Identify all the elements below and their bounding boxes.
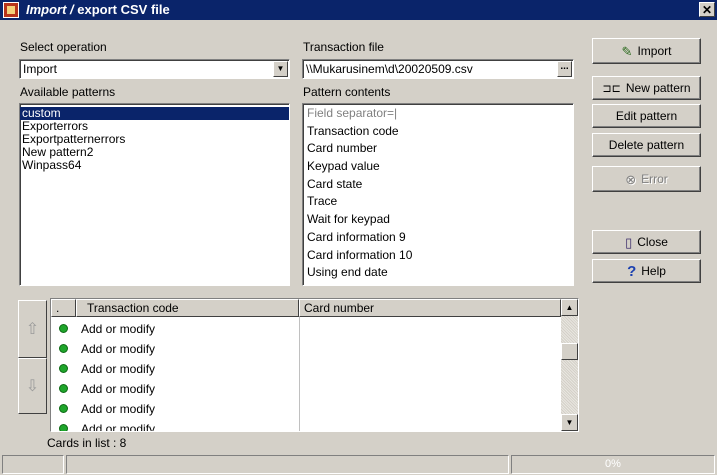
transactions-grid[interactable]: . Transaction code Card number Add or mo… [50,298,579,432]
transaction-file-field[interactable]: \\Mukarusinem\d\20020509.csv ... [302,59,574,79]
grid-header-card-number[interactable]: Card number [299,299,561,317]
arrow-down-icon: ⇩ [25,378,40,395]
scroll-thumb[interactable] [561,343,578,360]
grid-scrollbar[interactable]: ▲ ▼ [561,299,578,431]
door-icon: ▯ [625,234,633,250]
cards-in-list-count: Cards in list : 8 [47,436,127,450]
import-icon: ✎ [621,43,633,59]
status-dot-icon [59,404,68,413]
row-transaction-code: Add or modify [81,322,156,336]
help-button[interactable]: ? Help [592,259,701,283]
pattern-content-item[interactable]: Using end date [303,264,573,282]
chevron-down-icon[interactable]: ▼ [273,61,288,77]
close-button-label: Close [637,235,668,249]
row-transaction-code: Add or modify [81,422,156,432]
pattern-content-item[interactable]: Card information 9 [303,229,573,247]
help-icon: ? [627,262,637,280]
new-pattern-button[interactable]: ⊐⊏ New pattern [592,76,701,100]
close-window-button[interactable]: ✕ [699,2,715,17]
pattern-content-item[interactable]: Card information 10 [303,247,573,265]
table-row[interactable]: Add or modify [51,399,561,419]
operation-select[interactable]: Import ▼ [19,59,290,79]
select-operation-label: Select operation [20,40,107,54]
pattern-content-item[interactable]: Wait for keypad [303,211,573,229]
progress-panel: 0% [511,455,715,474]
pattern-content-item[interactable]: Trace [303,193,573,211]
title-bar: Import / export CSV file ✕ [0,0,717,20]
available-patterns-label: Available patterns [20,85,116,99]
status-bar: 0% [0,452,717,475]
status-dot-icon [59,424,68,431]
error-icon: ⊗ [625,171,637,187]
row-transaction-code: Add or modify [81,362,156,376]
window-title-italic: Import / [26,2,74,17]
row-transaction-code: Add or modify [81,342,156,356]
row-transaction-code: Add or modify [81,382,156,396]
status-dot-icon [59,384,68,393]
status-panel-1 [2,455,64,474]
grid-header-transaction-code[interactable]: Transaction code [76,299,299,317]
help-button-label: Help [641,264,666,278]
edit-pattern-button-label: Edit pattern [615,109,678,123]
close-button[interactable]: ▯ Close [592,230,701,254]
pattern-content-item[interactable]: Transaction code [303,123,573,141]
table-row[interactable]: Add or modify [51,319,561,339]
pattern-content-item[interactable]: Field separator=| [303,105,573,123]
scroll-down-arrow-icon[interactable]: ▼ [561,414,578,431]
window-title: Import / export CSV file [26,2,170,17]
status-dot-icon [59,324,68,333]
progress-percent: 0% [605,458,621,470]
pattern-content-item[interactable]: Card number [303,140,573,158]
row-transaction-code: Add or modify [81,402,156,416]
new-pattern-icon: ⊐⊏ [602,82,621,95]
operation-select-value: Import [23,62,58,76]
pattern-contents-label: Pattern contents [303,85,391,99]
status-dot-icon [59,344,68,353]
error-button[interactable]: ⊗ Error [592,166,701,192]
pattern-content-item[interactable]: Keypad value [303,158,573,176]
app-icon [3,2,19,18]
arrow-up-icon: ⇧ [25,321,40,338]
available-patterns-list[interactable]: custom Exporterrors Exportpatternerrors … [19,103,290,286]
status-panel-2 [66,455,509,474]
table-row[interactable]: Add or modify [51,419,561,432]
table-row[interactable]: Add or modify [51,379,561,399]
delete-pattern-button[interactable]: Delete pattern [592,133,701,157]
pattern-item-winpass64[interactable]: Winpass64 [20,159,289,172]
pattern-content-item[interactable]: Card state [303,176,573,194]
edit-pattern-button[interactable]: Edit pattern [592,104,701,128]
transaction-file-label: Transaction file [303,40,384,54]
grid-header-marker[interactable]: . [51,299,76,317]
pattern-contents-list[interactable]: Field separator=| Transaction code Card … [302,103,574,286]
table-row[interactable]: Add or modify [51,359,561,379]
new-pattern-button-label: New pattern [625,81,691,95]
window-title-rest: export CSV file [73,2,170,17]
table-row[interactable]: Add or modify [51,339,561,359]
scroll-up-arrow-icon[interactable]: ▲ [561,299,578,316]
move-down-button[interactable]: ⇩ [18,358,47,414]
import-button-label: Import [637,44,672,58]
move-up-button[interactable]: ⇧ [18,300,47,358]
import-button[interactable]: ✎ Import [592,38,701,64]
error-button-label: Error [641,172,668,186]
delete-pattern-button-label: Delete pattern [608,138,685,152]
browse-file-button[interactable]: ... [557,61,572,77]
status-dot-icon [59,364,68,373]
transaction-file-value: \\Mukarusinem\d\20020509.csv [306,62,473,76]
